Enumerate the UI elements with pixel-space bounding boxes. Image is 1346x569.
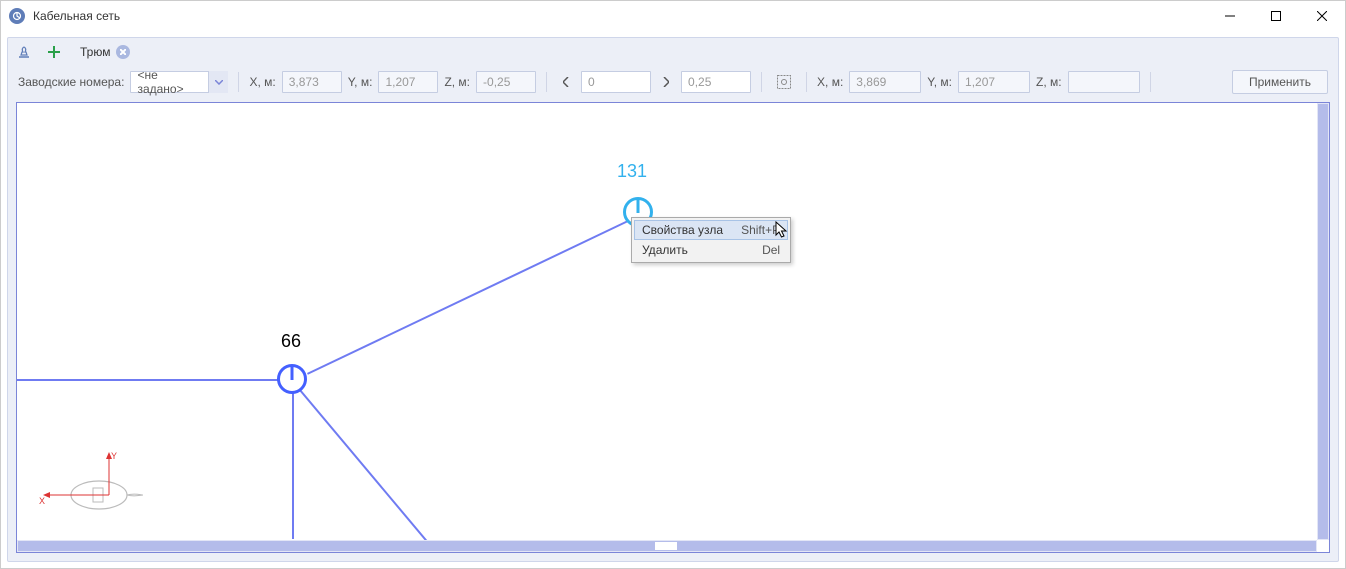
window-controls [1207,1,1345,31]
add-tab-button[interactable] [44,42,64,62]
context-menu-item-delete[interactable]: Удалить Del [634,240,788,260]
x2-input[interactable] [849,71,921,93]
horizontal-scrollbar[interactable] [17,540,1317,552]
y1-input[interactable] [378,71,438,93]
y2-label: Y, м: [927,75,952,89]
cm-shortcut: Del [762,243,780,257]
window-title: Кабельная сеть [33,9,1207,23]
minimize-button[interactable] [1207,1,1253,31]
node-66[interactable] [277,364,307,394]
cm-label: Свойства узла [642,223,723,237]
chevron-down-icon[interactable] [208,71,228,93]
canvas-container: 66 131 Свойства узла Shift+P Удалить Del [16,102,1330,553]
node-66-label: 66 [281,331,301,352]
cm-label: Удалить [642,243,688,257]
fit-view-icon[interactable] [772,70,796,94]
axis-legend: Y X [31,450,151,520]
y2-input[interactable] [958,71,1030,93]
y1-label: Y, м: [348,75,373,89]
content-panel: Трюм Заводские номера: <не задано> X, м:… [7,37,1339,562]
z1-label: Z, м: [444,75,470,89]
svg-text:Y: Y [111,451,117,461]
z1-input[interactable] [476,71,536,93]
app-icon [9,8,25,24]
cursor-icon [775,221,789,242]
context-menu-item-properties[interactable]: Свойства узла Shift+P [634,220,788,240]
node-131-label: 131 [617,161,647,182]
app-window: Кабельная сеть Трюм Заводские номера: <н… [0,0,1346,569]
spin-left-input[interactable] [581,71,651,93]
edge [292,379,294,539]
diagram-canvas[interactable]: 66 131 Свойства узла Shift+P Удалить Del [17,103,1317,540]
tab-strip: Трюм [8,38,1338,66]
spin-right-input[interactable] [681,71,751,93]
serial-select[interactable]: <не задано> [130,71,228,93]
svg-text:X: X [39,496,45,506]
edge [290,379,433,540]
separator [806,72,807,92]
prev-arrow-icon[interactable] [557,71,575,93]
x2-label: X, м: [817,75,843,89]
vertical-scrollbar[interactable] [1317,103,1329,540]
separator [761,72,762,92]
apply-button[interactable]: Применить [1232,70,1328,94]
separator [546,72,547,92]
tab-hold[interactable]: Трюм [74,42,136,62]
node-marker [637,198,640,213]
next-arrow-icon[interactable] [657,71,675,93]
edge [307,209,651,374]
z2-label: Z, м: [1036,75,1062,89]
toolbar: Заводские номера: <не задано> X, м: Y, м… [8,66,1338,98]
separator [1150,72,1151,92]
tab-label: Трюм [80,45,110,59]
title-bar: Кабельная сеть [1,1,1345,31]
serial-label: Заводские номера: [18,75,124,89]
node-marker [291,365,294,380]
separator [238,72,239,92]
x1-input[interactable] [282,71,342,93]
tab-close-icon[interactable] [116,45,130,59]
z2-input[interactable] [1068,71,1140,93]
stamp-tool-icon[interactable] [14,42,34,62]
context-menu: Свойства узла Shift+P Удалить Del [631,217,791,263]
close-button[interactable] [1299,1,1345,31]
edge [17,379,292,381]
x1-label: X, м: [249,75,275,89]
maximize-button[interactable] [1253,1,1299,31]
